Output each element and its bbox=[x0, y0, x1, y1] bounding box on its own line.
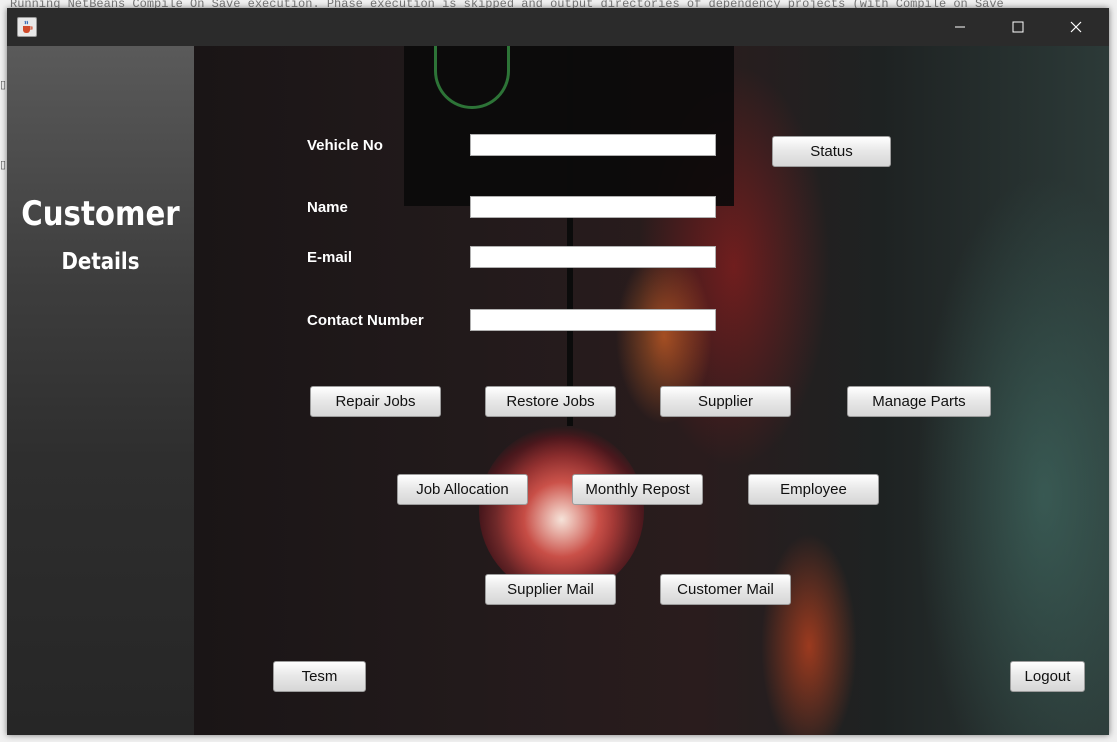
job-allocation-button[interactable]: Job Allocation bbox=[397, 474, 528, 505]
contact-number-label: Contact Number bbox=[307, 312, 424, 329]
close-button[interactable] bbox=[1047, 8, 1105, 46]
sidebar-panel: Customer Details bbox=[7, 46, 194, 735]
background-marker: ▯ bbox=[0, 160, 7, 172]
java-cup-icon bbox=[17, 17, 37, 37]
restore-jobs-button[interactable]: Restore Jobs bbox=[485, 386, 616, 417]
manage-parts-button[interactable]: Manage Parts bbox=[847, 386, 991, 417]
contact-number-input[interactable] bbox=[470, 309, 716, 331]
name-input[interactable] bbox=[470, 196, 716, 218]
sidebar-title: Customer bbox=[21, 194, 180, 234]
monthly-report-button[interactable]: Monthly Repost bbox=[572, 474, 703, 505]
app-window: Customer Details Vehicle No Status Name … bbox=[7, 8, 1109, 735]
supplier-button[interactable]: Supplier bbox=[660, 386, 791, 417]
background-lamp-bulb bbox=[479, 426, 644, 596]
employee-button[interactable]: Employee bbox=[748, 474, 879, 505]
background-marker: ▯ bbox=[0, 80, 7, 92]
email-input[interactable] bbox=[470, 246, 716, 268]
repair-jobs-button[interactable]: Repair Jobs bbox=[310, 386, 441, 417]
background-lamp-cord bbox=[567, 46, 573, 426]
main-panel: Vehicle No Status Name E-mail Contact Nu… bbox=[194, 46, 1109, 735]
logout-button[interactable]: Logout bbox=[1010, 661, 1085, 692]
vehicle-no-label: Vehicle No bbox=[307, 137, 383, 154]
supplier-mail-button[interactable]: Supplier Mail bbox=[485, 574, 616, 605]
tesm-button[interactable]: Tesm bbox=[273, 661, 366, 692]
name-label: Name bbox=[307, 199, 348, 216]
vehicle-no-input[interactable] bbox=[470, 134, 716, 156]
sidebar-subtitle: Details bbox=[61, 249, 140, 275]
email-label: E-mail bbox=[307, 249, 353, 266]
status-button[interactable]: Status bbox=[772, 136, 891, 167]
customer-mail-button[interactable]: Customer Mail bbox=[660, 574, 791, 605]
minimize-button[interactable] bbox=[931, 8, 989, 46]
title-bar[interactable] bbox=[7, 8, 1109, 46]
maximize-button[interactable] bbox=[989, 8, 1047, 46]
